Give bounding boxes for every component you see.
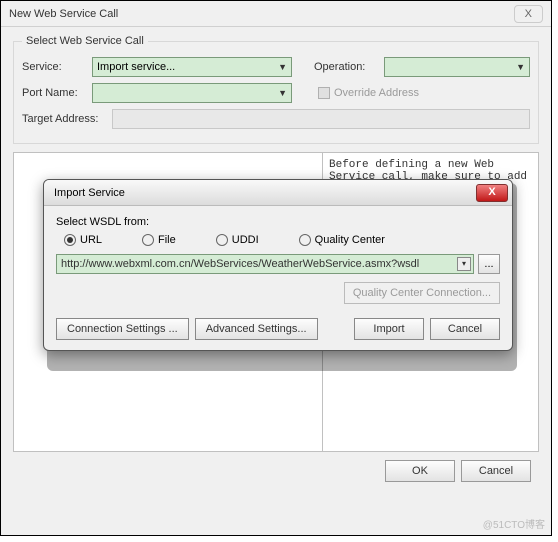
dropdown-arrow-icon: ▼ — [278, 88, 287, 98]
main-window: New Web Service Call X Select Web Servic… — [0, 0, 552, 536]
operation-combobox[interactable]: ▼ — [384, 57, 530, 77]
group-legend: Select Web Service Call — [22, 35, 148, 47]
modal-cancel-button[interactable]: Cancel — [430, 318, 500, 340]
select-wsdl-label: Select WSDL from: — [56, 216, 500, 228]
modal-title-bar: Import Service X — [44, 180, 512, 206]
service-combobox[interactable]: Import service... ▼ — [92, 57, 292, 77]
ok-button[interactable]: OK — [385, 460, 455, 482]
watermark: @51CTO博客 — [483, 516, 545, 531]
radio-icon — [64, 234, 76, 246]
modal-body: Select WSDL from: URL File UDDI Quality … — [44, 206, 512, 350]
override-label: Override Address — [334, 87, 419, 99]
radio-file[interactable]: File — [142, 234, 176, 246]
operation-label: Operation: — [314, 61, 378, 73]
wsdl-url-value: http://www.webxml.com.cn/WebServices/Wea… — [61, 258, 419, 270]
window-title: New Web Service Call — [9, 8, 118, 20]
port-label: Port Name: — [22, 87, 86, 99]
title-bar: New Web Service Call X — [1, 1, 551, 27]
modal-close-button[interactable]: X — [476, 184, 508, 202]
window-close-button[interactable]: X — [514, 5, 543, 23]
target-address-label: Target Address: — [22, 113, 106, 125]
port-combobox[interactable]: ▼ — [92, 83, 292, 103]
override-address-checkbox: Override Address — [318, 87, 419, 99]
advanced-settings-button[interactable]: Advanced Settings... — [195, 318, 318, 340]
wsdl-url-input[interactable]: http://www.webxml.com.cn/WebServices/Wea… — [56, 254, 474, 274]
radio-qc[interactable]: Quality Center — [299, 234, 385, 246]
radio-qc-label: Quality Center — [315, 234, 385, 246]
dialog-buttons: OK Cancel — [1, 452, 551, 482]
browse-button[interactable]: ... — [478, 254, 500, 274]
connection-settings-button[interactable]: Connection Settings ... — [56, 318, 189, 340]
modal-title: Import Service — [54, 187, 125, 199]
service-label: Service: — [22, 61, 86, 73]
radio-icon — [216, 234, 228, 246]
checkbox-icon — [318, 87, 330, 99]
qc-connection-button: Quality Center Connection... — [344, 282, 500, 304]
radio-url[interactable]: URL — [64, 234, 102, 246]
dropdown-arrow-icon[interactable]: ▾ — [457, 257, 471, 271]
service-value: Import service... — [97, 61, 175, 73]
wsdl-source-radios: URL File UDDI Quality Center — [64, 234, 500, 246]
cancel-button[interactable]: Cancel — [461, 460, 531, 482]
dropdown-arrow-icon: ▼ — [278, 62, 287, 72]
radio-file-label: File — [158, 234, 176, 246]
radio-uddi[interactable]: UDDI — [216, 234, 259, 246]
radio-icon — [299, 234, 311, 246]
radio-icon — [142, 234, 154, 246]
import-button[interactable]: Import — [354, 318, 424, 340]
select-call-group: Select Web Service Call Service: Import … — [13, 35, 539, 144]
dropdown-arrow-icon: ▼ — [516, 62, 525, 72]
radio-uddi-label: UDDI — [232, 234, 259, 246]
target-address-field — [112, 109, 530, 129]
import-service-dialog: Import Service X Select WSDL from: URL F… — [43, 179, 513, 351]
radio-url-label: URL — [80, 234, 102, 246]
